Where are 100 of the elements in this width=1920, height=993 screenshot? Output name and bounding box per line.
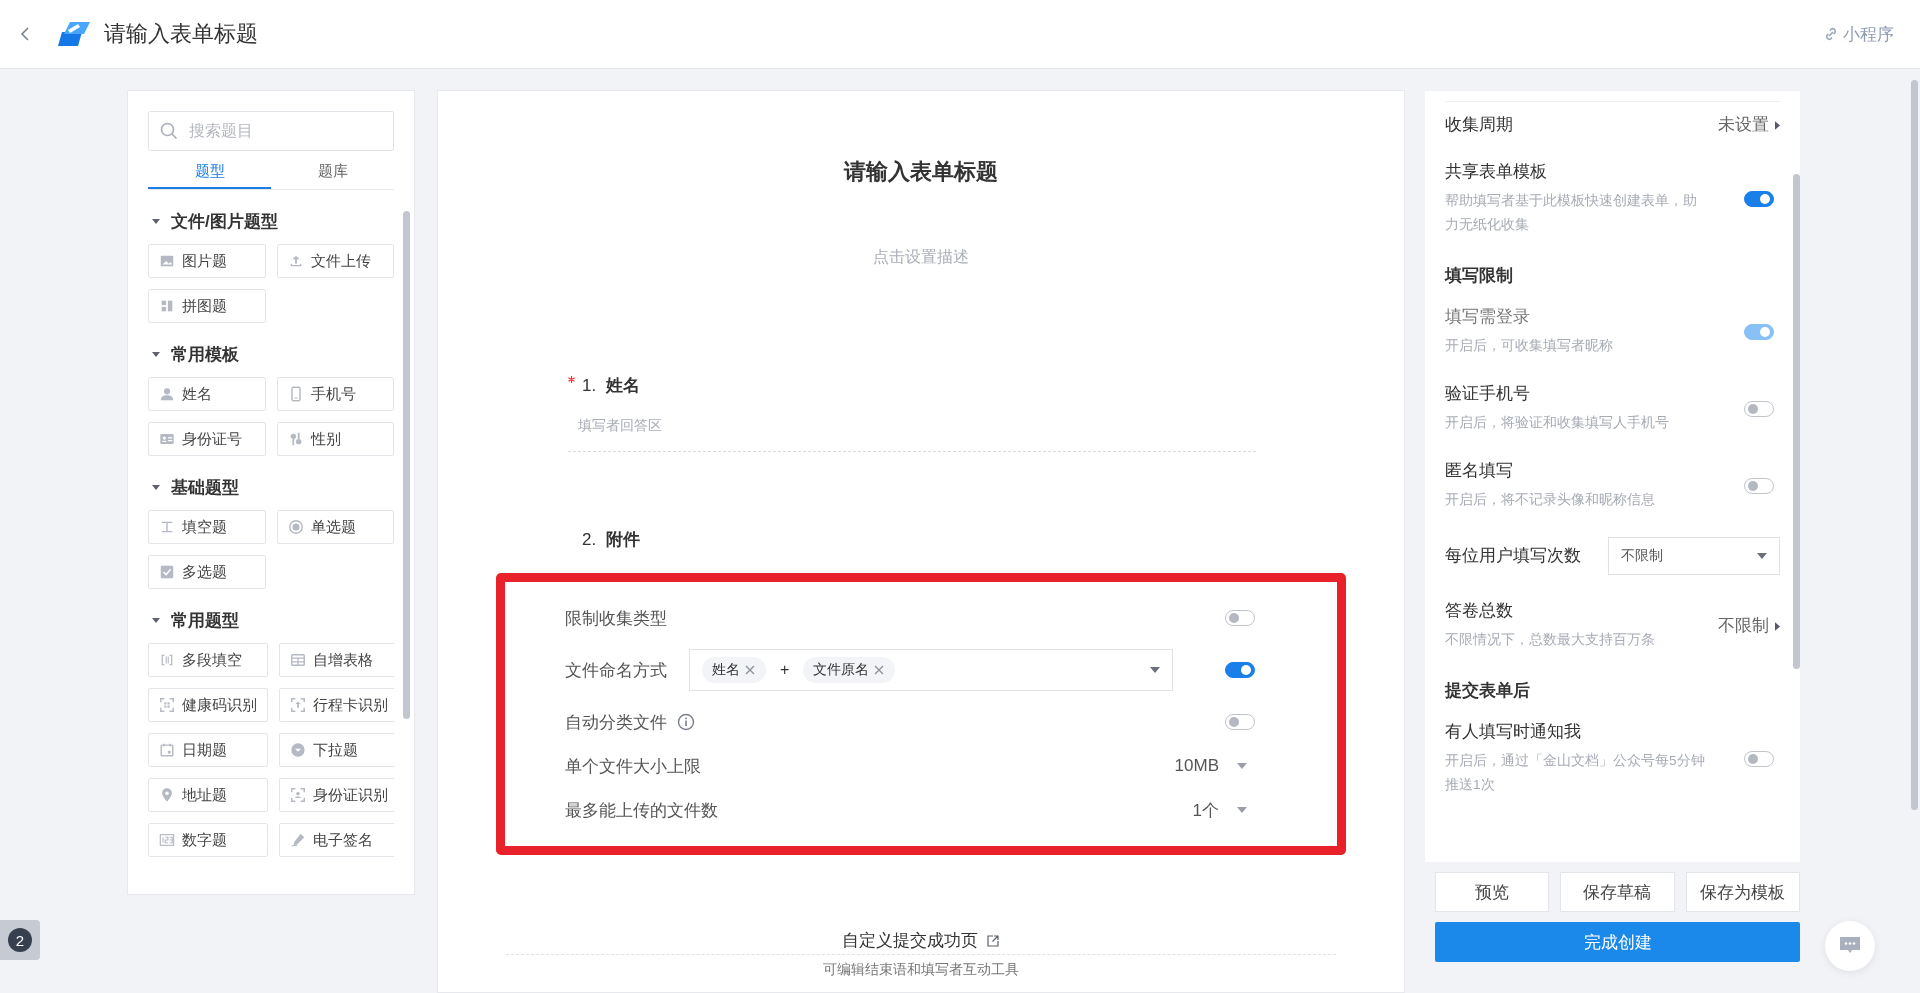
toggle-switch[interactable] (1744, 401, 1774, 417)
setting-label: 限制收集类型 (565, 607, 667, 630)
form-heading[interactable]: 请输入表单标题 (844, 157, 998, 187)
tab[interactable]: 题型 (148, 155, 271, 189)
question-title[interactable]: 附件 (606, 528, 641, 551)
text-cursor-icon (159, 519, 175, 535)
logo-icon (58, 20, 90, 48)
question-type-item[interactable]: 拼图题 (148, 289, 266, 323)
setting-label: 验证手机号 (1445, 383, 1531, 404)
grid-icon (159, 298, 175, 314)
pen-icon (290, 832, 306, 848)
question-type-item[interactable]: 单选题 (276, 510, 394, 544)
caret-icon (1237, 807, 1247, 813)
count-badge[interactable]: 2 (0, 920, 40, 960)
question-title[interactable]: 姓名 (606, 374, 641, 397)
caret-icon[interactable] (151, 482, 161, 492)
action-button[interactable]: 保存为模板 (1685, 872, 1800, 912)
question-type-item[interactable]: 日期题 (148, 733, 268, 767)
question-type-item[interactable]: 地址题 (148, 778, 268, 812)
question-number: 2. (582, 530, 597, 550)
question-type-item[interactable]: 性别 (276, 422, 394, 456)
scrollbar[interactable] (1793, 174, 1800, 669)
group-title: 常用模板 (171, 343, 239, 366)
scan-icon (290, 697, 306, 713)
setting-description: 不限情况下，总数最大支持百万条 (1445, 631, 1656, 649)
create-button[interactable]: 完成创建 (1435, 922, 1800, 962)
setting-description: 开启后，通过「金山文档」公众号每5分钟推送1次 (1445, 752, 1706, 794)
question-type-item[interactable]: 多选题 (148, 555, 266, 589)
question-type-item[interactable]: 手机号 (276, 377, 394, 411)
tab[interactable]: 题库 (271, 155, 394, 189)
naming-select[interactable]: 姓名 + 文件原名 (689, 649, 1173, 691)
caret-icon[interactable] (1150, 667, 1160, 673)
question-type-item[interactable]: 健康码识别 (148, 688, 268, 722)
question-type-item[interactable]: 行程卡识别 (279, 688, 394, 722)
limit-select[interactable]: 不限制 (1608, 537, 1780, 575)
info-icon[interactable] (677, 713, 695, 731)
setting-label: 收集周期 (1445, 114, 1514, 135)
action-button[interactable]: 预览 (1435, 872, 1550, 912)
setting-label: 自动分类文件 (565, 711, 667, 734)
question-type-item[interactable]: 自增表格 (279, 643, 394, 677)
search-icon (160, 122, 178, 140)
question-type-item[interactable]: 文件上传 (276, 244, 394, 278)
toggle-switch[interactable] (1225, 714, 1255, 730)
question-type-item[interactable]: 身份证识别 (279, 778, 394, 812)
close-icon[interactable] (873, 664, 886, 676)
setting-value-link[interactable]: 未设置 (1718, 114, 1780, 136)
table-icon (290, 652, 306, 668)
form-title[interactable]: 请输入表单标题 (104, 19, 258, 49)
setting-label: 填写需登录 (1445, 306, 1531, 327)
question-type-item[interactable]: 电子签名 (279, 823, 394, 857)
question-type-item[interactable]: 身份证号 (148, 422, 266, 456)
question-type-item[interactable]: 姓名 (148, 377, 266, 411)
caret-icon (1775, 120, 1780, 130)
chat-button[interactable] (1825, 921, 1875, 971)
group-title: 常用题型 (171, 609, 239, 632)
caret-icon[interactable] (151, 349, 161, 359)
id-card-icon (159, 431, 175, 447)
setting-label: 单个文件大小上限 (565, 755, 701, 778)
setting-label: 最多能上传的文件数 (565, 799, 718, 822)
setting-description: 开启后，可收集填写者昵称 (1445, 337, 1614, 355)
success-page-note: 可编辑结束语和填写者互动工具 (506, 954, 1336, 979)
section-heading: 填写限制 (1445, 265, 1514, 286)
brackets-icon (159, 652, 175, 668)
location-pin-icon (159, 787, 175, 803)
close-icon[interactable] (744, 664, 756, 676)
question-number: 1. (582, 376, 597, 396)
toggle-switch[interactable] (1744, 751, 1774, 767)
scrollbar[interactable] (1911, 80, 1918, 810)
size-select[interactable]: 10MB (1174, 756, 1247, 776)
setting-description: 开启后，将验证和收集填写人手机号 (1445, 414, 1670, 432)
scrollbar[interactable] (403, 211, 410, 719)
section-heading: 提交表单后 (1445, 680, 1531, 701)
back-icon[interactable] (20, 26, 30, 42)
size-select[interactable]: 1个 (1192, 798, 1247, 822)
answer-area: 填写者回答区 (568, 417, 1256, 452)
setting-description: 开启后，将不记录头像和昵称信息 (1445, 491, 1656, 509)
action-button[interactable]: 保存草稿 (1560, 872, 1675, 912)
caret-icon[interactable] (151, 216, 161, 226)
caret-icon[interactable] (151, 615, 161, 625)
question-type-item[interactable]: 图片题 (148, 244, 266, 278)
question-type-item[interactable]: 下拉题 (279, 733, 394, 767)
plus-sign: + (780, 661, 790, 679)
setting-value-link[interactable]: 不限制 (1718, 615, 1780, 637)
setting-description: 帮助填写者基于此模板快速创建表单，助力无纸化收集 (1445, 192, 1698, 234)
setting-label: 共享表单模板 (1445, 161, 1548, 182)
edit-icon (986, 933, 1000, 948)
group-title: 文件/图片题型 (171, 210, 278, 233)
search-field[interactable]: 搜索题目 (148, 111, 394, 151)
toggle-switch[interactable] (1225, 610, 1255, 626)
group-title: 基础题型 (171, 476, 239, 499)
caret-icon (1757, 553, 1767, 559)
tag: 文件原名 (803, 657, 896, 683)
toggle-switch[interactable] (1744, 478, 1774, 494)
count: 2 (8, 928, 32, 952)
question-type-item[interactable]: 数字题 (148, 823, 268, 857)
toggle-switch[interactable] (1225, 662, 1255, 678)
question-type-item[interactable]: 多段填空 (148, 643, 268, 677)
question-type-item[interactable]: 填空题 (148, 510, 266, 544)
toggle-switch[interactable] (1744, 191, 1774, 207)
image-icon (159, 253, 175, 269)
